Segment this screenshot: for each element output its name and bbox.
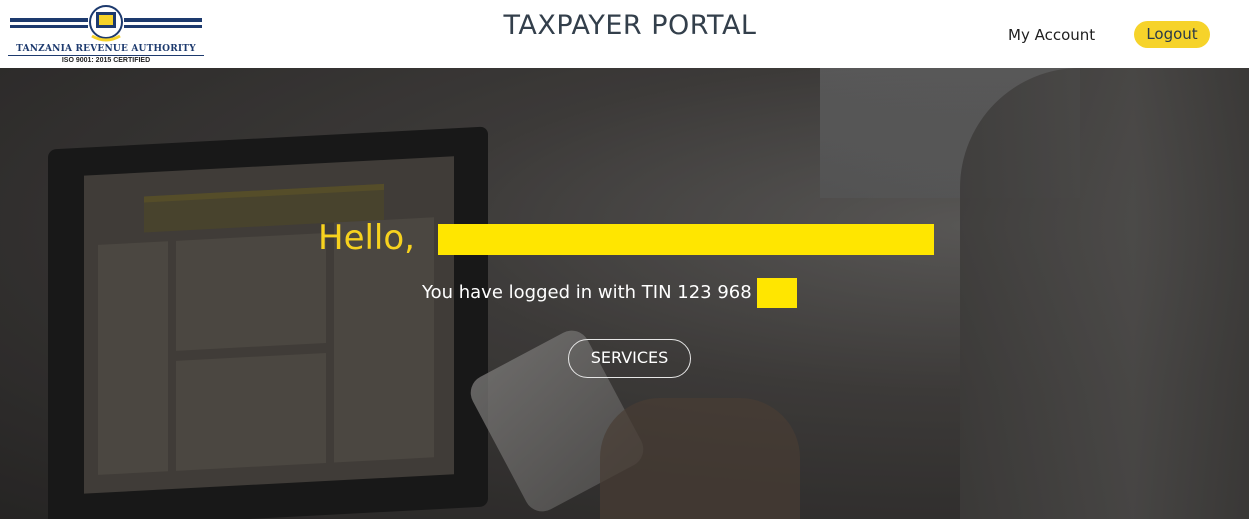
tin-login-text: You have logged in with TIN 123 968 [422,282,752,303]
tra-logo[interactable]: TANZANIA REVENUE AUTHORITY ISO 9001: 201… [8,4,204,64]
my-account-link[interactable]: My Account [1008,26,1095,44]
header: TANZANIA REVENUE AUTHORITY ISO 9001: 201… [0,0,1249,68]
logo-org-name: TANZANIA REVENUE AUTHORITY [8,44,204,56]
services-button[interactable]: SERVICES [568,339,691,378]
logo-certification: ISO 9001: 2015 CERTIFIED [61,57,151,64]
tra-emblem-icon [10,5,202,42]
tin-redaction [757,278,797,308]
name-redaction [438,224,934,255]
hero-banner: Hello, You have logged in with TIN 123 9… [0,68,1249,519]
logout-button[interactable]: Logout [1134,21,1210,48]
page-title: TAXPAYER PORTAL [503,10,757,41]
greeting-text: Hello, [318,218,415,258]
